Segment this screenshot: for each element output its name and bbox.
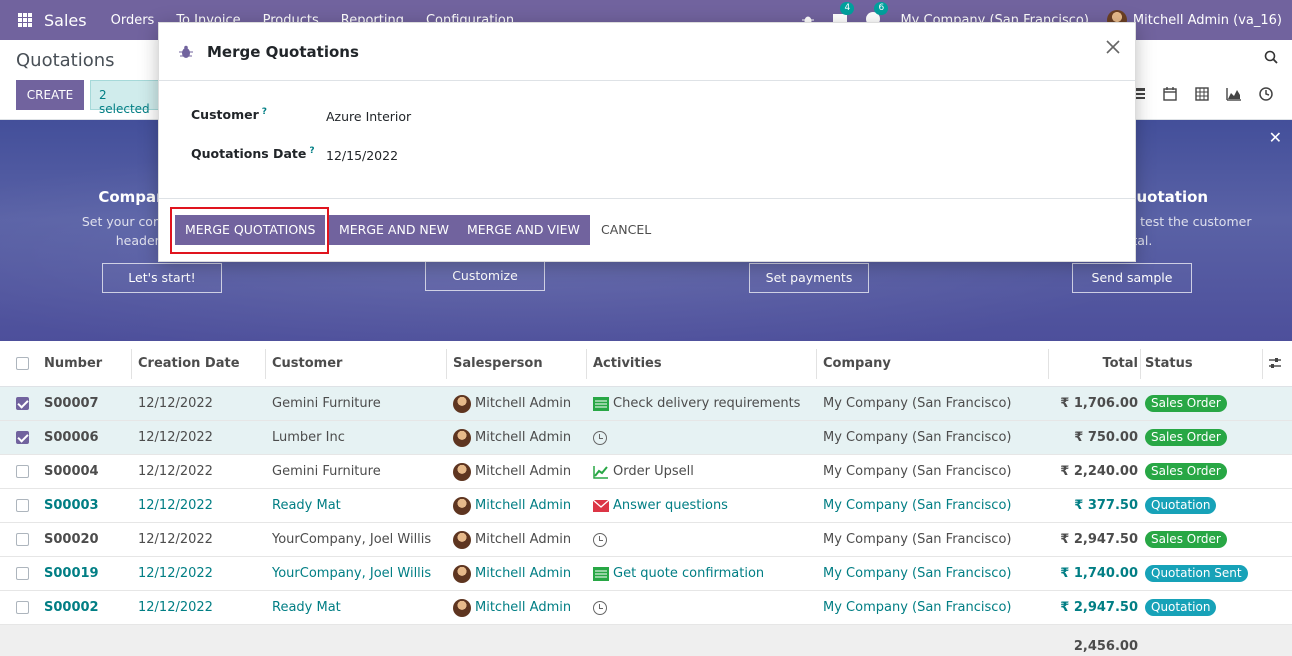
help-tooltip-icon[interactable]: ? (309, 146, 314, 156)
quotations-date-value: 12/15/2022 (326, 148, 399, 163)
merge-and-new-button[interactable]: MERGE AND NEW (329, 215, 460, 245)
merge-and-view-button[interactable]: MERGE AND VIEW (457, 215, 590, 245)
bug-icon (179, 45, 193, 58)
modal-title: Merge Quotations (207, 42, 359, 61)
modal-footer: MERGE QUOTATIONS MERGE AND NEW MERGE AND… (159, 199, 1135, 261)
modal-header: Merge Quotations (159, 23, 1135, 81)
cancel-button[interactable]: CANCEL (589, 215, 663, 245)
merge-quotations-dialog: Merge Quotations Customer? Azure Interio… (158, 22, 1136, 262)
highlight-box (170, 207, 329, 254)
modal-body: Customer? Azure Interior Quotations Date… (159, 81, 1135, 199)
customer-value: Azure Interior (326, 109, 412, 124)
customer-label: Customer? (191, 107, 267, 123)
quotations-date-label: Quotations Date? (191, 146, 315, 162)
close-icon[interactable] (1105, 39, 1121, 55)
help-tooltip-icon[interactable]: ? (262, 107, 267, 117)
